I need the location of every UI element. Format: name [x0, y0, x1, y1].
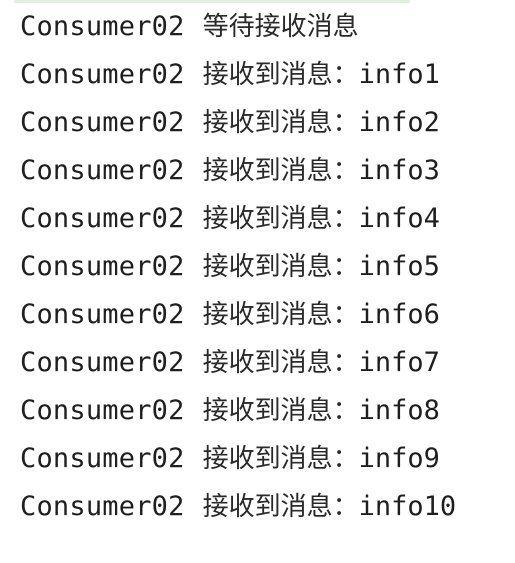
console-line: Consumer02 接收到消息：info8 [20, 390, 456, 438]
console-line: Consumer02 接收到消息：info10 [20, 486, 456, 534]
sender-label: Consumer02 [20, 59, 185, 90]
sender-label: Consumer02 [20, 11, 185, 42]
payload-text: info3 [358, 155, 440, 186]
message-text: 接收到消息： [202, 444, 359, 474]
sender-label: Consumer02 [20, 395, 185, 426]
sender-label: Consumer02 [20, 443, 185, 474]
console-line: Consumer02 等待接收消息 [20, 6, 456, 54]
console-line: Consumer02 接收到消息：info7 [20, 342, 456, 390]
message-text: 接收到消息： [202, 492, 359, 522]
payload-text: info10 [358, 491, 457, 522]
payload-text: info9 [358, 443, 440, 474]
payload-text: info2 [358, 107, 440, 138]
payload-text: info4 [358, 203, 440, 234]
payload-text: info1 [358, 59, 440, 90]
console-line: Consumer02 接收到消息：info4 [20, 198, 456, 246]
message-text: 接收到消息： [202, 108, 359, 138]
sender-label: Consumer02 [20, 347, 185, 378]
sender-label: Consumer02 [20, 203, 185, 234]
console-line: Consumer02 接收到消息：info1 [20, 54, 456, 102]
sender-label: Consumer02 [20, 107, 185, 138]
message-text: 接收到消息： [202, 348, 359, 378]
sender-label: Consumer02 [20, 491, 185, 522]
sender-label: Consumer02 [20, 251, 185, 282]
console-lines: Consumer02 等待接收消息 Consumer02 接收到消息：info1 C… [20, 6, 456, 534]
sender-label: Consumer02 [20, 299, 185, 330]
console-line: Consumer02 接收到消息：info6 [20, 294, 456, 342]
console-line: Consumer02 接收到消息：info2 [20, 102, 456, 150]
payload-text: info8 [358, 395, 440, 426]
message-text: 接收到消息： [202, 396, 359, 426]
message-text: 等待接收消息 [202, 12, 359, 42]
message-text: 接收到消息： [202, 156, 359, 186]
message-text: 接收到消息： [202, 252, 359, 282]
message-text: 接收到消息： [202, 300, 359, 330]
payload-text: info5 [358, 251, 440, 282]
sender-label: Consumer02 [20, 155, 185, 186]
payload-text: info6 [358, 299, 440, 330]
line-highlight [14, 0, 410, 3]
payload-text: info7 [358, 347, 440, 378]
console-line: Consumer02 接收到消息：info9 [20, 438, 456, 486]
console-line: Consumer02 接收到消息：info5 [20, 246, 456, 294]
message-text: 接收到消息： [202, 60, 359, 90]
message-text: 接收到消息： [202, 204, 359, 234]
console-output: Consumer02 等待接收消息 Consumer02 接收到消息：info1 C… [0, 0, 515, 563]
console-line: Consumer02 接收到消息：info3 [20, 150, 456, 198]
